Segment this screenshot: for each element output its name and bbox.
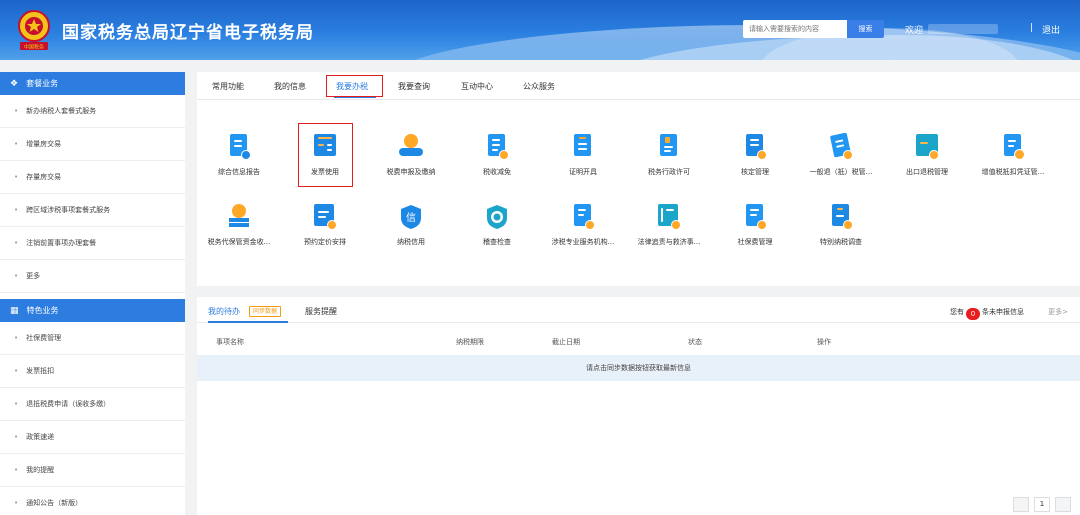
- sidebar-item-new-taxpayer[interactable]: 新办纳税人套餐式服务: [0, 95, 185, 128]
- sidebar-item-cross-region[interactable]: 跨区域涉税事项套餐式服务: [0, 194, 185, 227]
- tab-service-reminder[interactable]: 服务提醒: [305, 306, 337, 317]
- service-highlight-box: [298, 123, 353, 187]
- service-tax-relief[interactable]: 税收减免: [455, 134, 539, 177]
- sidebar-item-invoice-deduction[interactable]: 发票抵扣: [0, 355, 185, 388]
- vat-voucher-icon: [1001, 134, 1025, 160]
- service-license[interactable]: 税务行政许可: [627, 134, 711, 177]
- user-name-masked: [928, 24, 998, 34]
- todo-tabs: 我的待办 同步数据 服务提醒 您有 0 条未申报信息 更多>: [197, 297, 1080, 323]
- svg-text:信: 信: [406, 212, 416, 224]
- tax-emblem-icon: 中国税务: [18, 10, 50, 51]
- pending-count-badge: 0: [966, 308, 980, 320]
- site-title: 国家税务总局辽宁省电子税务局: [62, 23, 314, 43]
- welcome-text: 欢迎: [905, 26, 924, 36]
- column-action: 操作: [817, 338, 831, 346]
- certificate-icon: [571, 134, 595, 160]
- active-tab-underline: [208, 321, 288, 323]
- layers-icon: ❖: [10, 79, 19, 89]
- sidebar-item-refund-application[interactable]: 退抵税费申请（误收多缴）: [0, 388, 185, 421]
- pager-next-button[interactable]: [1055, 497, 1071, 512]
- credit-icon: 信: [399, 204, 423, 230]
- sidebar-item-existing-housing[interactable]: 存量房交易: [0, 161, 185, 194]
- refund-icon: [829, 132, 853, 160]
- empty-message-row: 请点击同步数据按钮获取最新信息: [197, 355, 1080, 381]
- sidebar-item-new-housing[interactable]: 增量房交易: [0, 128, 185, 161]
- column-item-name: 事项名称: [216, 338, 244, 346]
- main-tabs: 常用功能 我的信息 我要办税 我要查询 互动中心 公众服务: [197, 72, 1080, 100]
- service-refund[interactable]: 一般退（抵）税管...: [799, 132, 883, 177]
- sidebar-item-announcements[interactable]: 通知公告（新版）: [0, 487, 185, 515]
- column-tax-period: 纳税期限: [456, 338, 484, 346]
- service-agency[interactable]: 涉税专业服务机构...: [541, 204, 625, 247]
- search-input[interactable]: [743, 20, 847, 38]
- column-deadline: 截止日期: [552, 338, 580, 346]
- pager-prev-button[interactable]: [1013, 497, 1029, 512]
- grid-icon: ▦: [10, 306, 19, 316]
- assessment-icon: [743, 134, 767, 160]
- search-button[interactable]: 搜索: [847, 20, 884, 38]
- tab-highlight-box: [326, 75, 383, 97]
- header-separator: |: [1030, 23, 1034, 33]
- service-inspection[interactable]: 稽查检查: [455, 204, 539, 247]
- tab-query[interactable]: 我要查询: [398, 81, 430, 92]
- service-vat-voucher[interactable]: 增值税抵扣凭证管...: [971, 134, 1055, 177]
- service-report[interactable]: 综合信息报告: [197, 134, 281, 177]
- service-export-refund[interactable]: 出口退税管理: [885, 134, 969, 177]
- pending-summary: 您有 0 条未申报信息: [950, 308, 1024, 320]
- column-status: 状态: [688, 338, 702, 346]
- service-tax-payment[interactable]: 税费申报及缴纳: [369, 134, 453, 177]
- social-security-icon: [743, 204, 767, 230]
- sidebar-item-policy[interactable]: 政策速递: [0, 421, 185, 454]
- service-credit[interactable]: 信 纳税信用: [369, 204, 453, 247]
- svg-text:中国税务: 中国税务: [24, 44, 44, 51]
- service-special-investigation[interactable]: 特别纳税调查: [799, 204, 883, 247]
- service-certificate[interactable]: 证明开具: [541, 134, 625, 177]
- custody-fund-icon: [227, 204, 251, 230]
- sidebar: ❖套餐业务 新办纳税人套餐式服务 增量房交易 存量房交易 跨区域涉税事项套餐式服…: [0, 72, 185, 515]
- service-panel: 常用功能 我的信息 我要办税 我要查询 互动中心 公众服务 综合信息报告 发票使…: [197, 72, 1080, 286]
- sidebar-item-social-security[interactable]: 社保费管理: [0, 322, 185, 355]
- export-refund-icon: [915, 134, 939, 160]
- inspection-icon: [485, 204, 509, 230]
- sidebar-section-featured[interactable]: ▦ 特色业务: [0, 299, 185, 322]
- tab-common[interactable]: 常用功能: [212, 81, 244, 92]
- more-link[interactable]: 更多>: [1048, 307, 1068, 317]
- service-assessment[interactable]: 核定管理: [713, 134, 797, 177]
- sidebar-item-deregistration[interactable]: 注销前置事项办理套餐: [0, 227, 185, 260]
- sidebar-item-more[interactable]: 更多: [0, 260, 185, 293]
- service-social-security[interactable]: 社保费管理: [713, 204, 797, 247]
- pricing-arrangement-icon: [313, 204, 337, 230]
- service-custody-fund[interactable]: 税务代保管资金收...: [197, 204, 281, 247]
- pager-page-1[interactable]: 1: [1034, 497, 1050, 512]
- site-header: 中国税务 国家税务总局辽宁省电子税务局 搜索 欢迎 | 退出: [0, 0, 1080, 60]
- sync-data-button[interactable]: 同步数据: [249, 306, 282, 317]
- license-icon: [657, 134, 681, 160]
- logout-link[interactable]: 退出: [1042, 23, 1060, 36]
- tab-my-todo[interactable]: 我的待办: [208, 306, 240, 317]
- service-pricing-arrangement[interactable]: 预约定价安排: [283, 204, 367, 247]
- tab-my-info[interactable]: 我的信息: [274, 81, 306, 92]
- report-icon: [227, 134, 251, 160]
- legal-icon: [657, 204, 681, 230]
- sidebar-item-reminders[interactable]: 我的提醒: [0, 454, 185, 487]
- tab-public-service[interactable]: 公众服务: [523, 81, 555, 92]
- tab-interaction[interactable]: 互动中心: [461, 81, 493, 92]
- agency-icon: [571, 204, 595, 230]
- sidebar-section-package[interactable]: ❖ 套餐业务: [0, 72, 185, 95]
- todo-panel: 我的待办 同步数据 服务提醒 您有 0 条未申报信息 更多> 事项名称 纳税期限 截…: [197, 297, 1080, 515]
- tax-relief-icon: [485, 134, 509, 160]
- special-investigation-icon: [829, 204, 853, 230]
- tax-payment-icon: [399, 134, 423, 160]
- service-legal[interactable]: 法律追责与救济事...: [627, 204, 711, 247]
